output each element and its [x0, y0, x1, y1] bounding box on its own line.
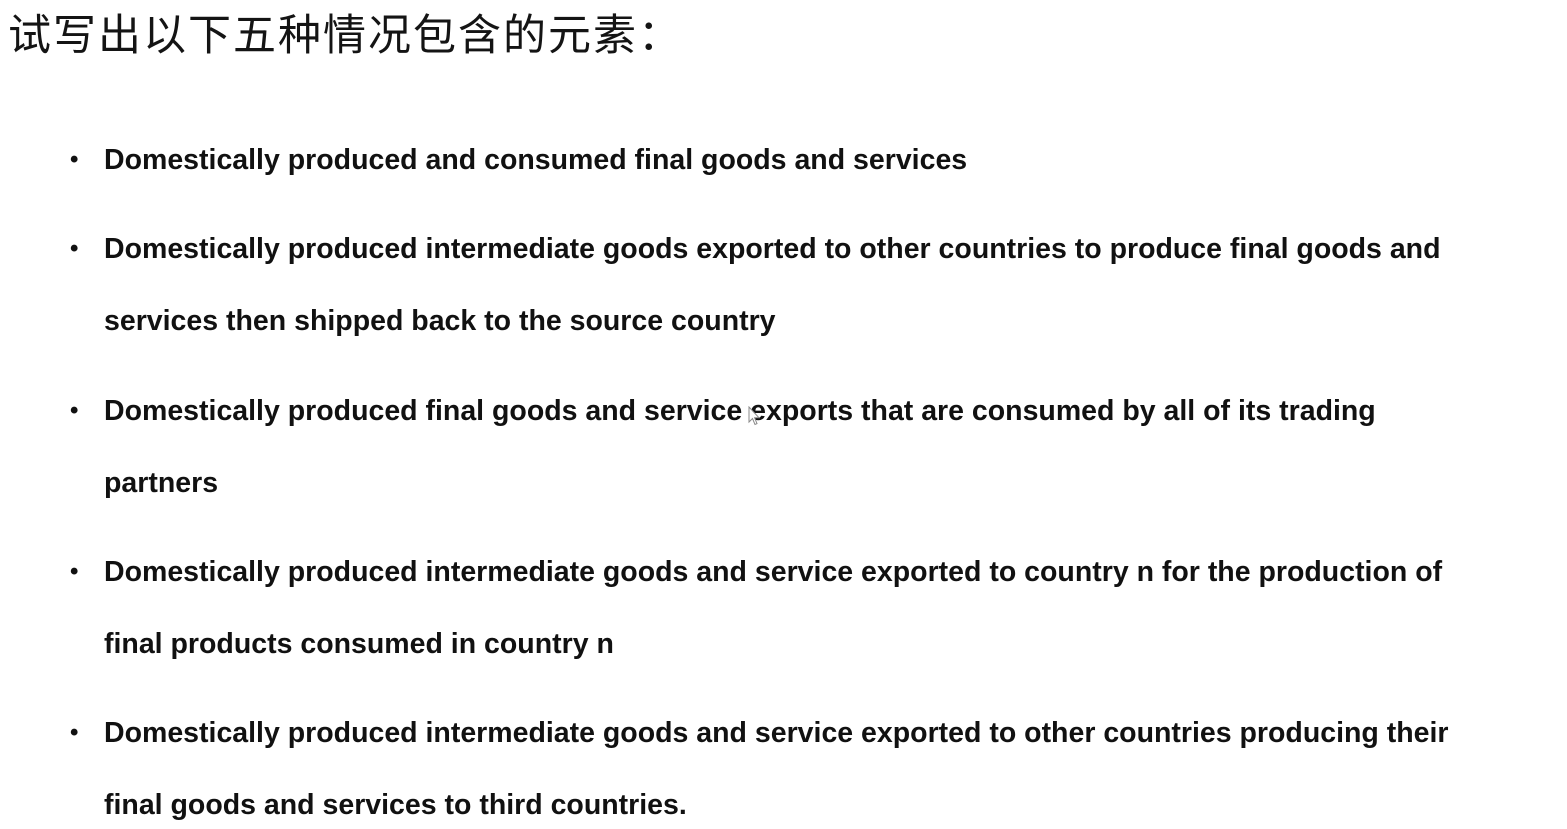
list-item-line: services then shipped back to the source…	[104, 305, 776, 337]
list-item-text: Domestically produced intermediate goods…	[104, 213, 1554, 357]
list-item-line: partners	[104, 467, 219, 499]
bullet-dot: •	[70, 558, 79, 585]
list-item-text: Domestically produced final goods and se…	[104, 375, 1554, 519]
list-item-line: Domestically produced final goods and se…	[104, 395, 1376, 427]
list-item-text: Domestically produced intermediate goods…	[104, 536, 1554, 680]
mouse-pointer-icon	[748, 406, 760, 426]
list-item-line: Domestically produced intermediate goods…	[104, 233, 1441, 265]
list-item-line: Domestically produced and consumed final…	[104, 144, 968, 176]
bullet-dot: •	[70, 235, 79, 262]
bullet-dot: •	[70, 719, 79, 746]
list-item-text: Domestically produced intermediate goods…	[104, 697, 1554, 829]
list-item-line: Domestically produced intermediate goods…	[104, 556, 1443, 588]
list-item-line: Domestically produced intermediate goods…	[104, 717, 1449, 749]
list-item-line: final products consumed in country n	[104, 628, 614, 660]
bullet-dot: •	[70, 146, 79, 173]
page-title: 试写出以下五种情况包含的元素：	[8, 11, 683, 61]
bullet-dot: •	[70, 397, 79, 424]
list-item-text: Domestically produced and consumed final…	[104, 124, 1554, 196]
list-item-line: final goods and services to third countr…	[104, 789, 687, 821]
